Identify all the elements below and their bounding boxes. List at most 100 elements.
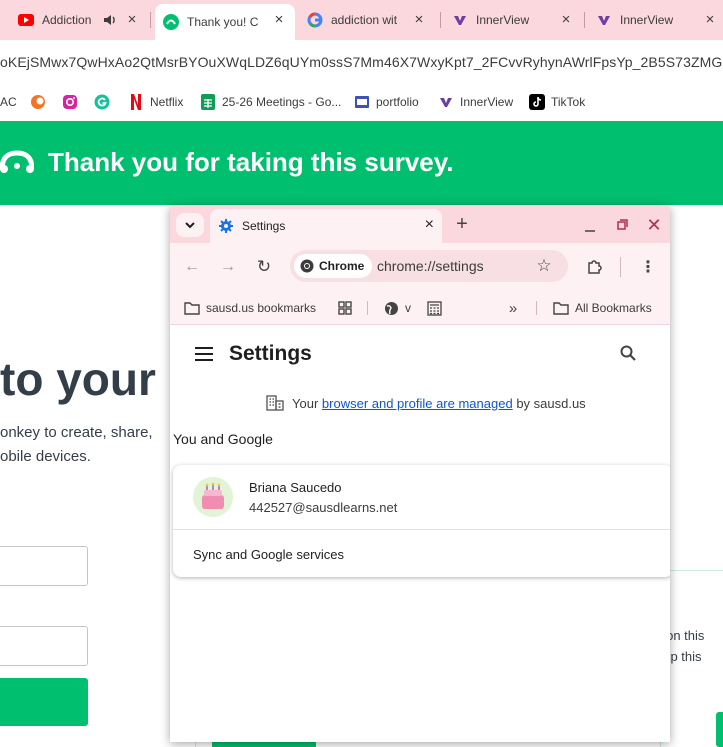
reload-icon[interactable]: ↻ [254, 257, 274, 277]
close-tab-icon[interactable]: × [411, 12, 427, 28]
tab-innerview[interactable]: InnerView × [452, 4, 574, 36]
bookmark-label: All Bookmarks [575, 301, 652, 315]
bookmark-ac[interactable]: AC [0, 92, 17, 112]
new-tab-icon[interactable]: + [452, 213, 472, 235]
bookmark-globe[interactable]: v [383, 298, 411, 318]
building-icon [266, 395, 284, 411]
signup-field-1[interactable] [0, 546, 88, 586]
netflix-icon [128, 94, 144, 110]
section-title: You and Google [173, 431, 273, 447]
tab-addiction-search[interactable]: addiction wit × [307, 4, 427, 36]
back-icon[interactable]: ← [182, 257, 202, 277]
bookmark-netflix[interactable]: Netflix [128, 92, 183, 112]
managed-suffix: by sausd.us [516, 395, 586, 411]
tiktok-icon [529, 94, 545, 110]
settings-window: Settings × + ✕ ← → ↻ Chrome chrome://set… [170, 205, 670, 742]
innerview-icon [438, 94, 454, 110]
extensions-icon[interactable] [584, 257, 604, 277]
close-tab-icon[interactable]: × [271, 12, 287, 28]
chip-label: Chrome [319, 259, 365, 273]
folder-icon [553, 300, 569, 316]
divider [173, 529, 670, 530]
avatar[interactable] [193, 477, 233, 517]
surveymonkey-icon [163, 14, 179, 30]
bookmark-label: sausd.us bookmarks [206, 301, 317, 315]
instagram-icon [62, 94, 78, 110]
bookmark-label: portfolio [376, 95, 419, 109]
bookmark-innerview[interactable]: InnerView [438, 92, 513, 112]
chrome-icon [300, 259, 314, 273]
bookmark-portfolio[interactable]: portfolio [354, 92, 419, 112]
bookmark-meetings[interactable]: 25-26 Meetings - Go... [200, 92, 341, 112]
account-name: Briana Saucedo [249, 480, 342, 495]
signup-field-2[interactable] [0, 626, 88, 666]
google-sheets-icon [200, 94, 216, 110]
close-tab-icon[interactable]: × [425, 217, 434, 233]
google-icon [307, 12, 323, 28]
tab-search-button[interactable] [176, 213, 204, 237]
sync-services-link[interactable]: Sync and Google services [193, 547, 344, 562]
settings-omnibox[interactable]: Chrome chrome://settings ☆ [290, 250, 568, 282]
restore-icon[interactable] [612, 215, 632, 235]
tab-title: Thank you! C [187, 15, 259, 29]
tab-innerview-2[interactable]: InnerView × [596, 4, 718, 36]
bookmark-label: 25-26 Meetings - Go... [222, 95, 342, 109]
page-heading: to your [0, 353, 156, 405]
gear-icon [219, 219, 233, 233]
star-icon[interactable]: ☆ [534, 256, 554, 276]
account-card: Briana Saucedo 442527@sausdlearns.net Sy… [173, 465, 670, 577]
globe-icon [383, 300, 399, 316]
tab-addiction[interactable]: Addiction × [18, 4, 140, 36]
bookmark-tiktok[interactable]: TikTok [529, 92, 585, 112]
tab-title: Addiction [42, 13, 92, 27]
speaker-icon[interactable] [102, 12, 118, 31]
survey-banner: Thank you for taking this survey. [0, 121, 723, 205]
bookmark-label: AC [0, 95, 17, 109]
close-tab-icon[interactable]: × [124, 12, 140, 28]
managed-notice: Your browser and profile are managed by … [266, 395, 586, 411]
bookmark-folder-sausd[interactable]: sausd.us bookmarks [184, 298, 316, 318]
tab-title: InnerView [620, 13, 674, 27]
settings-tab-strip: Settings × + ✕ [170, 205, 670, 243]
hamburger-menu-icon[interactable] [194, 344, 214, 364]
chrome-chip[interactable]: Chrome [294, 254, 373, 278]
tab-title: addiction wit [331, 13, 398, 27]
forward-icon[interactable]: → [218, 257, 238, 277]
settings-bookmarks-bar: sausd.us bookmarks v » All Bookmarks [170, 291, 670, 325]
tab-title: InnerView [476, 13, 530, 27]
account-email: 442527@sausdlearns.net [249, 500, 398, 515]
grammarly-icon [94, 94, 110, 110]
close-window-icon[interactable]: ✕ [644, 215, 664, 235]
settings-toolbar: ← → ↻ Chrome chrome://settings ☆ ⋮ [170, 243, 670, 291]
bookmark-grammarly[interactable] [94, 92, 116, 112]
signup-button[interactable] [0, 678, 88, 726]
close-tab-icon[interactable]: × [702, 12, 718, 28]
address-bar[interactable]: oKEjSMwx7QwHxAo2QtMsrBYOuXWqLDZ6qUYm0ssS… [0, 40, 723, 84]
more-bookmarks-icon[interactable]: » [504, 299, 522, 317]
action-button[interactable] [716, 712, 723, 747]
minimize-icon[interactable] [580, 217, 600, 237]
tab-thank-you[interactable]: Thank you! C × [155, 4, 295, 40]
bookmark-crunchyroll[interactable] [30, 92, 52, 112]
bookmark-label: InnerView [460, 95, 514, 109]
portfolio-icon [354, 94, 370, 110]
tab-settings[interactable]: Settings × [210, 209, 442, 243]
bookmark-instagram[interactable] [62, 92, 84, 112]
apps-grid-icon[interactable] [337, 300, 353, 316]
chevron-down-icon [185, 222, 195, 229]
surveymonkey-logo-icon [0, 147, 35, 182]
managed-link[interactable]: browser and profile are managed [322, 396, 513, 411]
search-icon[interactable] [618, 343, 638, 363]
settings-page: Settings Your browser and profile are ma… [170, 325, 670, 742]
bookmark-label: Netflix [150, 95, 184, 109]
bookmark-label: v [405, 301, 411, 315]
all-bookmarks[interactable]: All Bookmarks [553, 298, 652, 318]
innerview-icon [452, 12, 468, 28]
address-url[interactable]: oKEjSMwx7QwHxAo2QtMsrBYOuXWqLDZ6qUYm0ssS… [0, 54, 723, 70]
calculator-icon[interactable] [426, 300, 442, 316]
body-text: obile devices. [0, 448, 91, 465]
menu-kebab-icon[interactable]: ⋮ [638, 257, 658, 277]
close-tab-icon[interactable]: × [558, 12, 574, 28]
managed-prefix: Your [292, 395, 319, 411]
settings-url[interactable]: chrome://settings [377, 258, 484, 274]
